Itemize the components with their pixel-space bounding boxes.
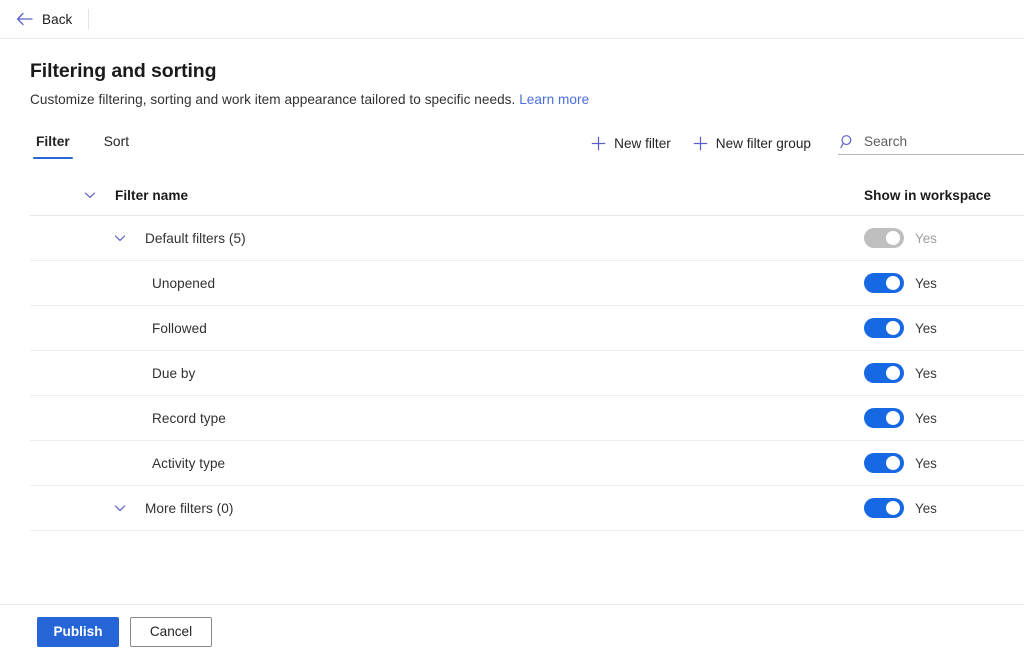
- tab-filter[interactable]: Filter: [30, 131, 76, 159]
- row-label: Record type: [152, 410, 226, 426]
- column-header-filter-name: Filter name: [115, 187, 189, 203]
- toggle-label: Yes: [915, 275, 937, 291]
- show-in-workspace-toggle[interactable]: [864, 498, 904, 518]
- table-row[interactable]: Due by Yes: [30, 351, 1024, 396]
- chevron-down-icon[interactable]: [113, 231, 145, 245]
- learn-more-link[interactable]: Learn more: [519, 92, 589, 107]
- toggle-knob: [886, 231, 900, 245]
- row-name-cell: More filters (0): [30, 501, 864, 516]
- cancel-button[interactable]: Cancel: [130, 616, 212, 647]
- toggle-knob: [886, 411, 900, 425]
- toggle-label: Yes: [915, 500, 937, 516]
- row-toggle-cell: Yes: [864, 318, 1024, 338]
- back-button[interactable]: Back: [10, 8, 78, 31]
- page-heading: Filtering and sorting Customize filterin…: [0, 39, 1024, 107]
- toggle-label: Yes: [915, 455, 937, 471]
- search-input[interactable]: [864, 134, 1022, 149]
- page-subtitle-text: Customize filtering, sorting and work it…: [30, 92, 516, 107]
- search-box[interactable]: [838, 131, 1024, 155]
- footer-action-bar: Publish Cancel: [0, 604, 1024, 658]
- row-label: More filters (0): [145, 500, 234, 516]
- toggle-label: Yes: [915, 230, 937, 246]
- toggle-knob: [886, 366, 900, 380]
- row-toggle-cell: Yes: [864, 498, 1024, 518]
- table-row[interactable]: Record type Yes: [30, 396, 1024, 441]
- table-header-toggle-cell: Show in workspace: [864, 188, 1024, 203]
- show-in-workspace-toggle[interactable]: [864, 273, 904, 293]
- toggle-knob: [886, 321, 900, 335]
- toggle-label: Yes: [915, 410, 937, 426]
- table-row[interactable]: Default filters (5) Yes: [30, 216, 1024, 261]
- row-label: Default filters (5): [145, 230, 246, 246]
- new-filter-group-button[interactable]: New filter group: [682, 132, 822, 155]
- toggle-knob: [886, 501, 900, 515]
- page-subtitle: Customize filtering, sorting and work it…: [30, 92, 994, 107]
- table-row[interactable]: Activity type Yes: [30, 441, 1024, 486]
- new-filter-group-label: New filter group: [715, 135, 811, 151]
- filters-table: Filter name Show in workspace Default fi…: [0, 175, 1024, 531]
- plus-icon: [693, 136, 708, 151]
- row-name-cell: Due by: [30, 366, 864, 381]
- toggle-knob: [886, 456, 900, 470]
- show-in-workspace-toggle[interactable]: [864, 318, 904, 338]
- row-label: Followed: [152, 320, 207, 336]
- toggle-label: Yes: [915, 320, 937, 336]
- table-header-name-cell: Filter name: [30, 188, 864, 203]
- row-name-cell: Followed: [30, 321, 864, 336]
- table-header-row: Filter name Show in workspace: [30, 175, 1024, 216]
- table-row[interactable]: Followed Yes: [30, 306, 1024, 351]
- row-toggle-cell: Yes: [864, 408, 1024, 428]
- chevron-down-icon[interactable]: [113, 501, 145, 515]
- arrow-left-icon: [16, 12, 33, 26]
- tab-filter-label: Filter: [36, 134, 70, 149]
- row-label: Activity type: [152, 455, 226, 471]
- command-bar: Filter Sort New filter New filter group: [0, 131, 1024, 169]
- tab-sort[interactable]: Sort: [98, 131, 135, 159]
- row-name-cell: Unopened: [30, 276, 864, 291]
- topbar-divider: [88, 8, 90, 30]
- row-label: Unopened: [152, 275, 216, 291]
- plus-icon: [591, 136, 606, 151]
- back-label: Back: [42, 11, 73, 27]
- search-icon: [840, 134, 855, 149]
- show-in-workspace-toggle[interactable]: [864, 408, 904, 428]
- show-in-workspace-toggle[interactable]: [864, 453, 904, 473]
- publish-button[interactable]: Publish: [37, 616, 119, 647]
- new-filter-button[interactable]: New filter: [580, 132, 682, 155]
- row-toggle-cell: Yes: [864, 453, 1024, 473]
- row-name-cell: Record type: [30, 411, 864, 426]
- row-toggle-cell: Yes: [864, 273, 1024, 293]
- new-filter-label: New filter: [614, 135, 671, 151]
- row-toggle-cell: Yes: [864, 228, 1024, 248]
- show-in-workspace-toggle: [864, 228, 904, 248]
- tab-list: Filter Sort: [30, 131, 135, 159]
- row-toggle-cell: Yes: [864, 363, 1024, 383]
- command-actions: New filter New filter group: [580, 131, 1024, 155]
- toggle-knob: [886, 276, 900, 290]
- table-row[interactable]: More filters (0) Yes: [30, 486, 1024, 531]
- collapse-all-toggle[interactable]: [83, 188, 115, 202]
- row-name-cell: Activity type: [30, 456, 864, 471]
- page-title: Filtering and sorting: [30, 60, 217, 82]
- column-header-show-in-workspace: Show in workspace: [864, 187, 992, 203]
- top-bar: Back: [0, 0, 1024, 39]
- show-in-workspace-toggle[interactable]: [864, 363, 904, 383]
- row-name-cell: Default filters (5): [30, 231, 864, 246]
- row-label: Due by: [152, 365, 196, 381]
- tab-sort-label: Sort: [103, 134, 130, 149]
- toggle-label: Yes: [915, 365, 937, 381]
- table-row[interactable]: Unopened Yes: [30, 261, 1024, 306]
